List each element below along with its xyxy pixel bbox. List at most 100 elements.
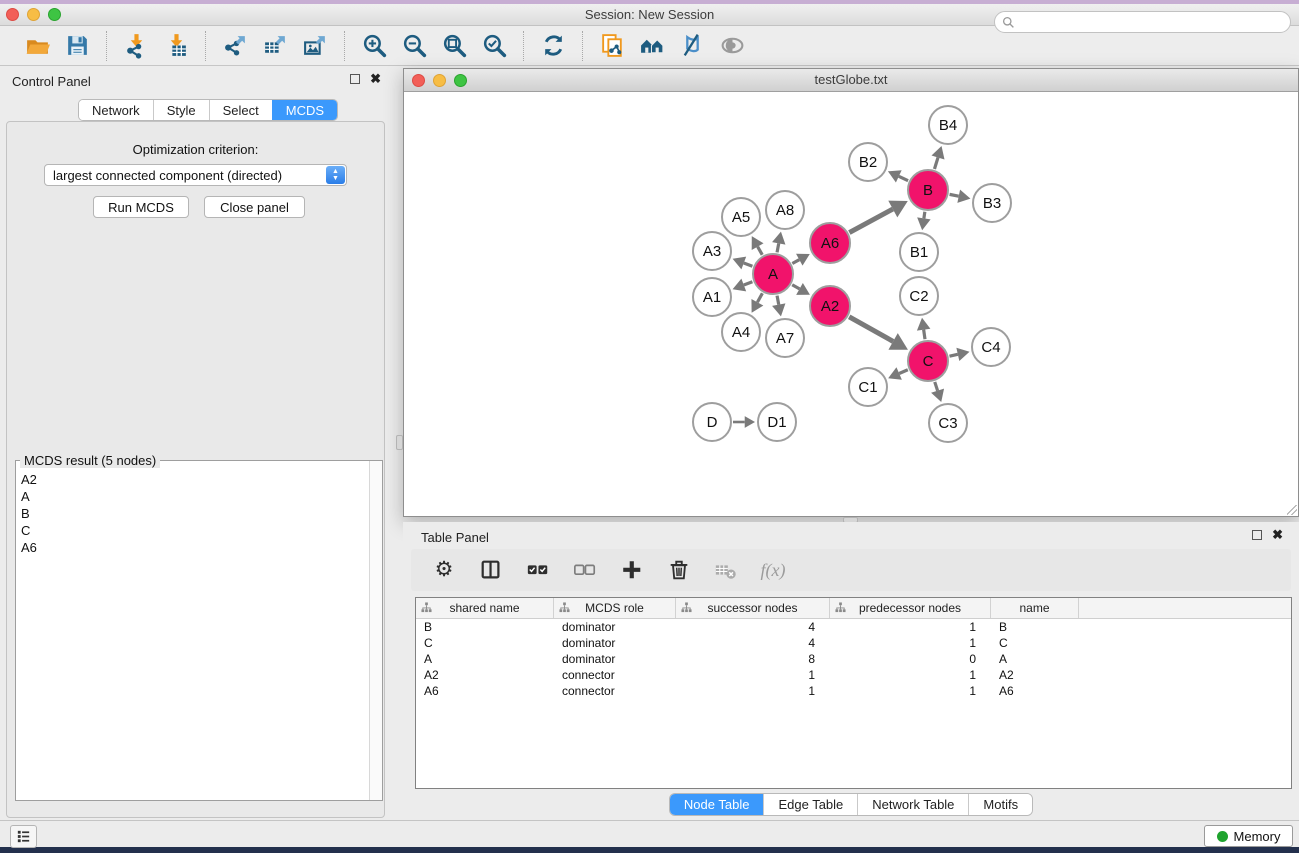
table-cell[interactable]: 1 <box>830 683 991 699</box>
delete-icon[interactable] <box>660 553 698 587</box>
search-input[interactable] <box>1015 13 1290 31</box>
graph-node-C3[interactable]: C3 <box>929 404 967 442</box>
network-window-titlebar[interactable]: testGlobe.txt <box>404 69 1298 92</box>
show-hidden-icon[interactable] <box>715 31 749 61</box>
function-builder-icon[interactable]: f(x) <box>754 553 792 587</box>
graph-node-C1[interactable]: C1 <box>849 368 887 406</box>
graph-edge-A2-C[interactable] <box>849 317 908 350</box>
table-cell[interactable]: A2 <box>991 667 1079 683</box>
import-network-icon[interactable] <box>119 31 153 61</box>
result-item[interactable]: A6 <box>17 539 369 556</box>
vertical-divider-handle[interactable] <box>396 435 403 450</box>
export-network-icon[interactable] <box>218 31 252 61</box>
columns-icon[interactable] <box>472 553 510 587</box>
zoom-out-icon[interactable] <box>397 31 431 61</box>
table-cell[interactable]: C <box>991 635 1079 651</box>
table-cell[interactable]: C <box>416 635 554 651</box>
graph-edge-A-A3[interactable] <box>733 257 753 270</box>
graph-edge-A-A1[interactable] <box>733 279 753 292</box>
run-mcds-button[interactable]: Run MCDS <box>93 196 189 218</box>
tab-node-table[interactable]: Node Table <box>670 794 764 815</box>
add-column-icon[interactable] <box>613 553 651 587</box>
graph-edge-B-B3[interactable] <box>950 190 971 203</box>
save-session-icon[interactable] <box>60 31 94 61</box>
graph-edge-A-A6[interactable] <box>792 254 809 266</box>
result-item[interactable]: B <box>17 505 369 522</box>
graph-node-C[interactable]: C <box>908 341 948 381</box>
graph-node-A2[interactable]: A2 <box>810 286 850 326</box>
result-scrollbar[interactable] <box>369 461 382 800</box>
graph-node-A7[interactable]: A7 <box>766 319 804 357</box>
zoom-fit-icon[interactable] <box>437 31 471 61</box>
graph-edge-B-B2[interactable] <box>888 170 908 182</box>
table-row[interactable]: A2connector11A2 <box>416 667 1291 683</box>
task-history-button[interactable] <box>10 825 37 848</box>
tab-style[interactable]: Style <box>153 100 209 120</box>
table-cell[interactable]: 8 <box>676 651 830 667</box>
table-cell[interactable]: A <box>991 651 1079 667</box>
graph-edge-A-A4[interactable] <box>751 293 763 312</box>
table-cell[interactable]: dominator <box>554 651 676 667</box>
import-table-icon[interactable] <box>159 31 193 61</box>
table-row[interactable]: Bdominator41B <box>416 619 1291 635</box>
graph-node-C2[interactable]: C2 <box>900 277 938 315</box>
graph-node-B4[interactable]: B4 <box>929 106 967 144</box>
close-panel-button[interactable]: Close panel <box>204 196 305 218</box>
table-row[interactable]: Adominator80A <box>416 651 1291 667</box>
table-cell[interactable]: 1 <box>830 619 991 635</box>
close-table-panel-icon[interactable]: ✖ <box>1272 530 1283 540</box>
graph-edge-C-C2[interactable] <box>917 318 930 339</box>
apply-layout-icon[interactable] <box>536 31 570 61</box>
tab-motifs[interactable]: Motifs <box>968 794 1032 815</box>
graph-node-A8[interactable]: A8 <box>766 191 804 229</box>
graph-node-A3[interactable]: A3 <box>693 232 731 270</box>
table-cell[interactable]: 0 <box>830 651 991 667</box>
tab-edge-table[interactable]: Edge Table <box>763 794 857 815</box>
graph-node-A4[interactable]: A4 <box>722 313 760 351</box>
result-item[interactable]: A <box>17 488 369 505</box>
graph-node-A[interactable]: A <box>753 254 793 294</box>
first-neighbors-icon[interactable] <box>635 31 669 61</box>
delete-table-icon[interactable] <box>707 553 745 587</box>
graph-node-A5[interactable]: A5 <box>722 198 760 236</box>
table-cell[interactable]: connector <box>554 683 676 699</box>
hide-selected-icon[interactable] <box>675 31 709 61</box>
graph-node-B1[interactable]: B1 <box>900 233 938 271</box>
select-all-icon[interactable] <box>519 553 557 587</box>
graph-edge-C-C4[interactable] <box>949 348 969 361</box>
tab-mcds[interactable]: MCDS <box>272 100 337 120</box>
open-session-icon[interactable] <box>20 31 54 61</box>
table-cell[interactable]: dominator <box>554 635 676 651</box>
network-from-selection-icon[interactable] <box>595 31 629 61</box>
export-image-icon[interactable] <box>298 31 332 61</box>
resize-grip[interactable] <box>1287 505 1297 515</box>
tab-network-table[interactable]: Network Table <box>857 794 968 815</box>
graph-edge-C-C1[interactable] <box>888 367 908 379</box>
network-canvas[interactable]: B4B2BB3A5A8A6A3B1AA1C2A2A4A7C4CC1C3DD1 <box>404 92 1298 516</box>
tab-select[interactable]: Select <box>209 100 272 120</box>
graph-node-A6[interactable]: A6 <box>810 223 850 263</box>
mcds-result-list[interactable]: A2ABCA6 <box>17 471 369 799</box>
table-row[interactable]: Cdominator41C <box>416 635 1291 651</box>
table-cell[interactable]: 1 <box>830 635 991 651</box>
optimization-select[interactable]: largest connected component (directed) ▲… <box>44 164 347 186</box>
table-cell[interactable]: A6 <box>416 683 554 699</box>
zoom-selected-icon[interactable] <box>477 31 511 61</box>
table-cell[interactable]: 1 <box>830 667 991 683</box>
graph-node-C4[interactable]: C4 <box>972 328 1010 366</box>
result-item[interactable]: C <box>17 522 369 539</box>
search-field[interactable] <box>994 11 1291 33</box>
graph-edge-D-D1[interactable] <box>733 416 755 428</box>
float-table-panel-icon[interactable] <box>1252 530 1262 540</box>
graph-edge-B-B1[interactable] <box>917 212 930 230</box>
table-cell[interactable]: 1 <box>676 667 830 683</box>
table-cell[interactable]: dominator <box>554 619 676 635</box>
column-header-name[interactable]: name <box>991 598 1079 618</box>
export-table-icon[interactable] <box>258 31 292 61</box>
graph-edge-A-A2[interactable] <box>792 283 810 295</box>
table-cell[interactable]: A <box>416 651 554 667</box>
graph-edge-A-A8[interactable] <box>772 232 785 253</box>
graph-edge-C-C3[interactable] <box>931 382 944 402</box>
graph-edge-A-A7[interactable] <box>772 296 785 317</box>
graph-node-B[interactable]: B <box>908 170 948 210</box>
